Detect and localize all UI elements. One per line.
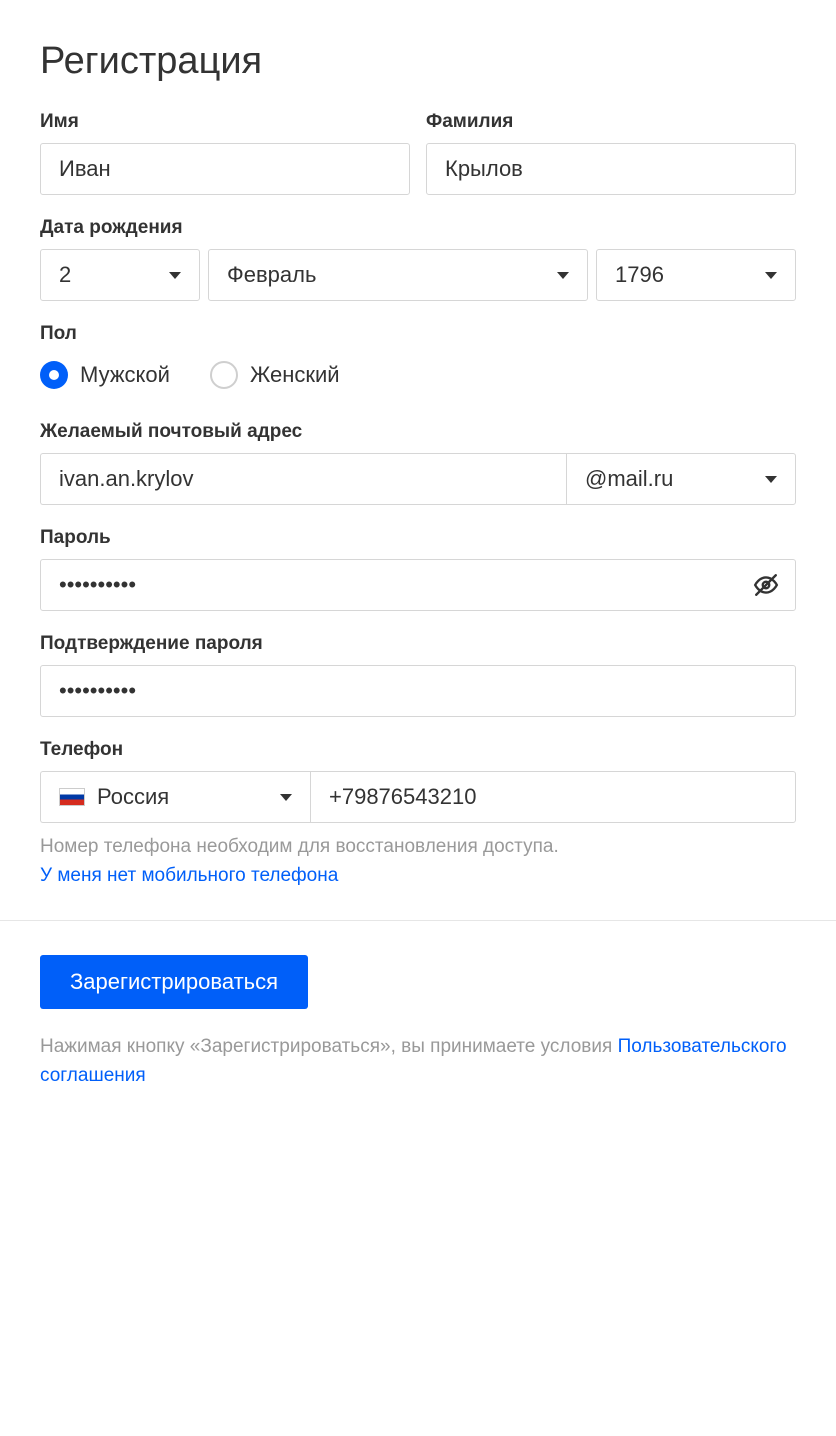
- gender-female-radio[interactable]: Женский: [210, 361, 340, 389]
- page-title: Регистрация: [40, 40, 796, 83]
- eye-off-icon: [753, 572, 779, 598]
- chevron-down-icon: [557, 272, 569, 279]
- chevron-down-icon: [765, 476, 777, 483]
- registration-form: Регистрация Имя Фамилия Дата рождения 2 …: [0, 0, 836, 1130]
- password-input[interactable]: [40, 559, 796, 611]
- first-name-input[interactable]: [40, 143, 410, 195]
- gender-label: Пол: [40, 323, 796, 345]
- dob-day-select[interactable]: 2: [40, 249, 200, 301]
- password-confirm-input[interactable]: [40, 665, 796, 717]
- phone-country-label: Россия: [97, 784, 280, 810]
- phone-input[interactable]: [310, 771, 796, 823]
- dob-day-value: 2: [59, 262, 71, 288]
- gender-male-radio[interactable]: Мужской: [40, 361, 170, 389]
- terms-text: Нажимая кнопку «Зарегистрироваться», вы …: [40, 1036, 618, 1057]
- radio-unselected-icon: [210, 361, 238, 389]
- submit-button[interactable]: Зарегистрироваться: [40, 955, 308, 1009]
- password-confirm-label: Подтверждение пароля: [40, 633, 796, 655]
- russia-flag-icon: [59, 788, 85, 806]
- no-phone-link[interactable]: У меня нет мобильного телефона: [40, 865, 338, 886]
- first-name-label: Имя: [40, 111, 410, 133]
- phone-hint: Номер телефона необходим для восстановле…: [40, 836, 559, 857]
- phone-country-select[interactable]: Россия: [40, 771, 310, 823]
- dob-month-value: Февраль: [227, 262, 316, 288]
- email-input[interactable]: [40, 453, 566, 505]
- email-domain-value: @mail.ru: [585, 466, 673, 492]
- dob-year-select[interactable]: 1796: [596, 249, 796, 301]
- gender-female-label: Женский: [250, 362, 340, 388]
- gender-male-label: Мужской: [80, 362, 170, 388]
- email-domain-select[interactable]: @mail.ru: [566, 453, 796, 505]
- last-name-input[interactable]: [426, 143, 796, 195]
- phone-label: Телефон: [40, 739, 796, 761]
- password-label: Пароль: [40, 527, 796, 549]
- chevron-down-icon: [765, 272, 777, 279]
- chevron-down-icon: [169, 272, 181, 279]
- dob-year-value: 1796: [615, 262, 664, 288]
- email-label: Желаемый почтовый адрес: [40, 421, 796, 443]
- divider: [0, 920, 836, 921]
- radio-selected-icon: [40, 361, 68, 389]
- dob-month-select[interactable]: Февраль: [208, 249, 588, 301]
- show-password-button[interactable]: [748, 559, 784, 611]
- dob-label: Дата рождения: [40, 217, 796, 239]
- chevron-down-icon: [280, 794, 292, 801]
- last-name-label: Фамилия: [426, 111, 796, 133]
